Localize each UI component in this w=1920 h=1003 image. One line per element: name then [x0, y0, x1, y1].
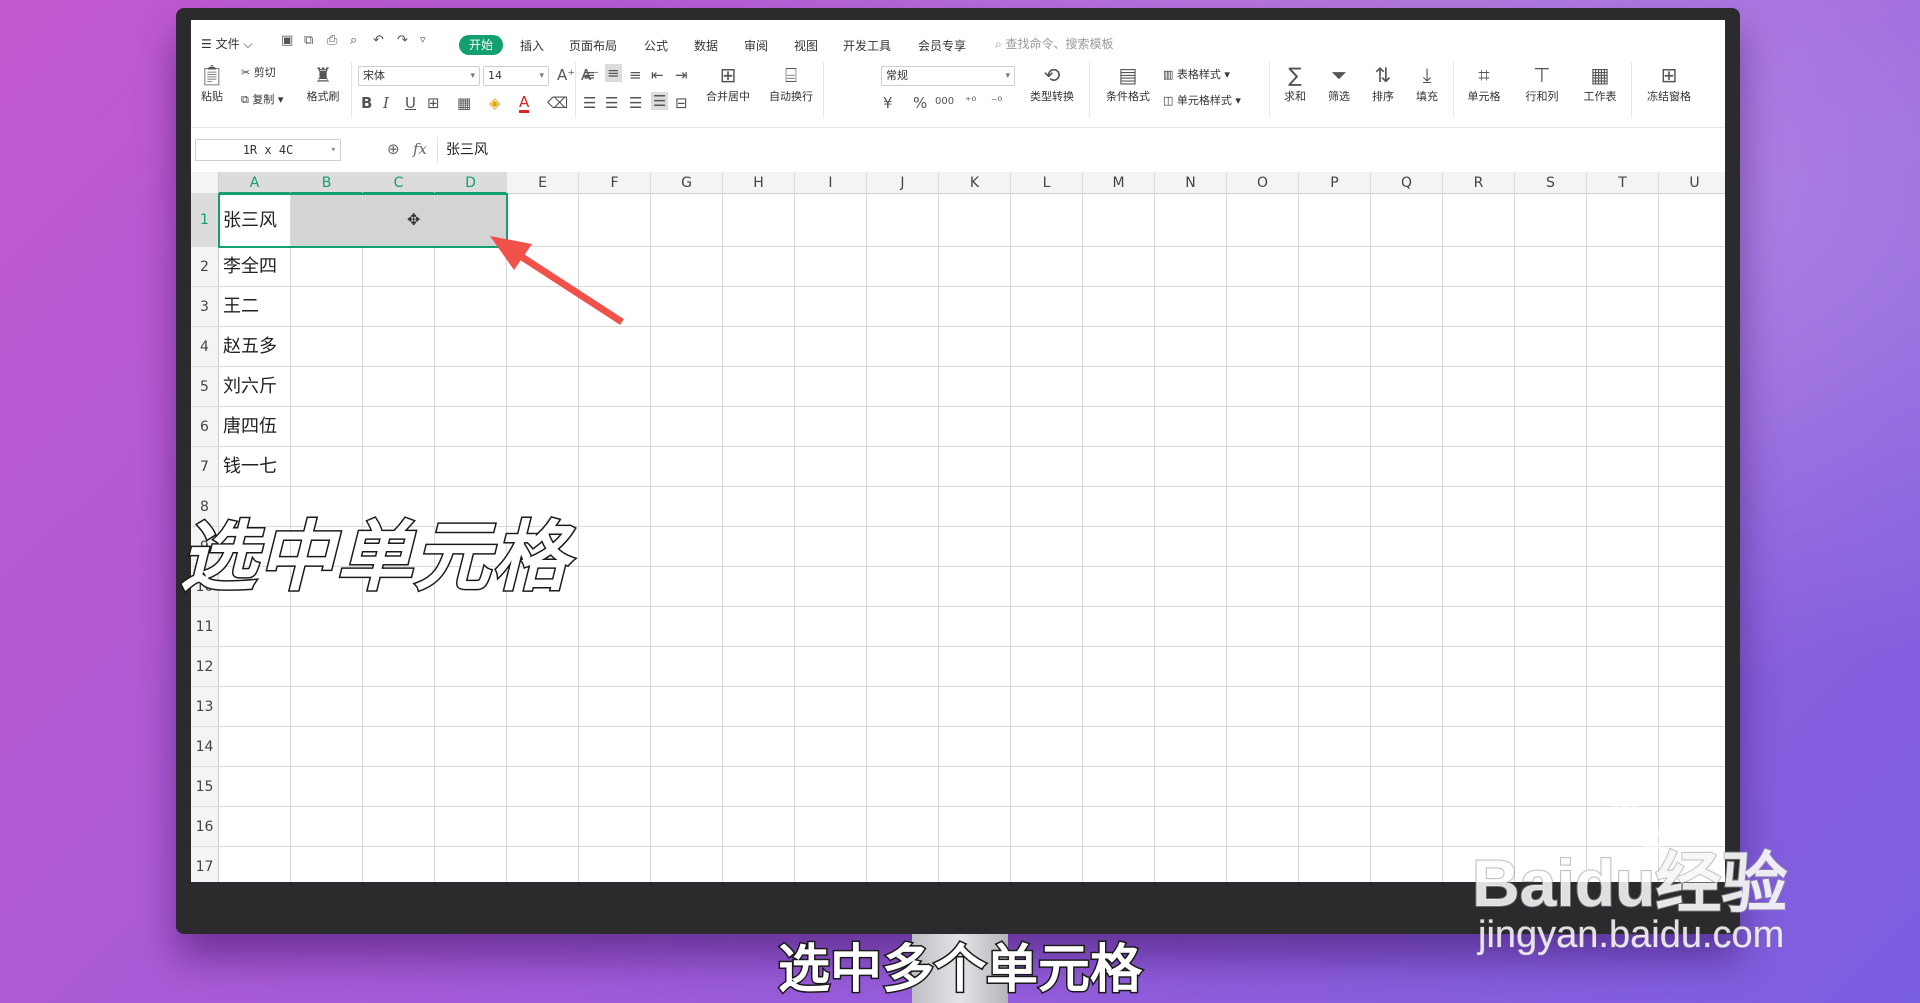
overlay-title: 选中单元格 [179, 511, 570, 603]
watermark-url: jingyan.baidu.com [1477, 914, 1785, 957]
baidu-watermark: 🐾︎ Baidu经验 jingyan.baidu.com [1471, 793, 1832, 980]
watermark-logo: Baidu经验 [1471, 845, 1788, 921]
